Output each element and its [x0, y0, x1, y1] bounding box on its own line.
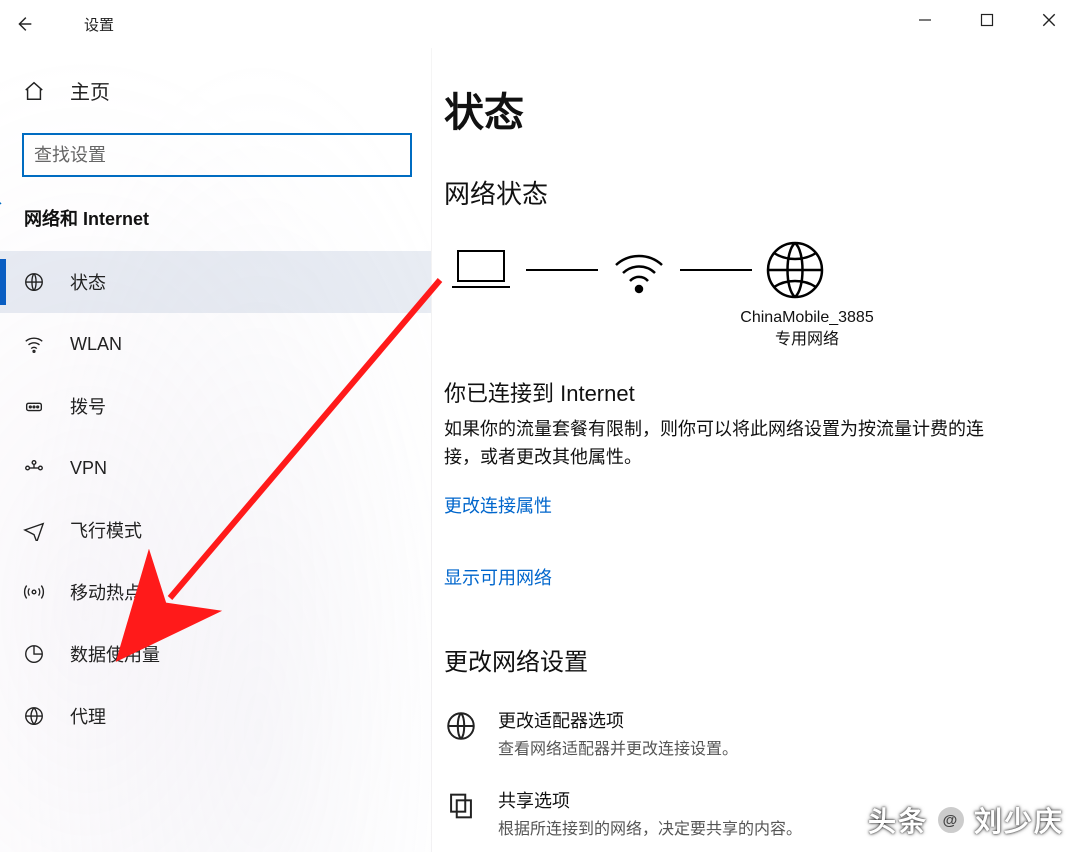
diagram-line	[680, 269, 752, 271]
sharing-icon	[444, 789, 478, 823]
sidebar-item-airplane[interactable]: 飞行模式	[0, 499, 431, 561]
sidebar-item-label: 拨号	[70, 393, 106, 419]
wifi-icon	[22, 332, 46, 356]
window-controls	[894, 0, 1080, 40]
setting-adapter-options[interactable]: 更改适配器选项 查看网络适配器并更改连接设置。	[444, 707, 1040, 759]
sidebar-item-label: WLAN	[70, 334, 122, 355]
network-diagram	[448, 239, 1040, 301]
internet-globe-icon	[764, 239, 826, 301]
data-usage-icon	[22, 642, 46, 666]
sidebar-item-proxy[interactable]: 代理	[0, 685, 431, 747]
sidebar-item-label: 数据使用量	[70, 641, 160, 667]
search-input[interactable]	[22, 133, 412, 177]
home-icon	[22, 79, 46, 103]
hotspot-icon	[22, 580, 46, 604]
watermark: 头条 @ 刘少庆	[868, 800, 1064, 840]
link-change-conn-props[interactable]: 更改连接属性	[444, 492, 552, 518]
maximize-icon	[980, 13, 994, 27]
setting-desc: 查看网络适配器并更改连接设置。	[498, 735, 738, 759]
setting-desc: 根据所连接到的网络，决定要共享的内容。	[498, 815, 802, 839]
arrow-left-icon	[13, 13, 35, 35]
content: 状态 网络状态 ChinaMobile_3885	[432, 48, 1080, 852]
watermark-author: 刘少庆	[974, 800, 1064, 840]
home-label: 主页	[70, 76, 110, 105]
airplane-icon	[22, 518, 46, 542]
sidebar-item-dialup[interactable]: 拨号	[0, 375, 431, 437]
sidebar-item-label: VPN	[70, 458, 107, 479]
sidebar-item-label: 代理	[70, 703, 106, 729]
wifi-large-icon	[610, 245, 668, 295]
close-button[interactable]	[1018, 0, 1080, 40]
sidebar-item-label: 移动热点	[70, 579, 142, 605]
close-icon	[1041, 12, 1057, 28]
connection-name: ChinaMobile_3885	[574, 307, 1040, 329]
diagram-line	[526, 269, 598, 271]
sidebar-item-vpn[interactable]: VPN	[0, 437, 431, 499]
window-title: 设置	[84, 14, 114, 35]
connected-heading: 你已连接到 Internet	[444, 376, 1040, 408]
sidebar-item-status[interactable]: 状态	[0, 251, 431, 313]
minimize-button[interactable]	[894, 0, 956, 40]
sidebar-item-label: 状态	[70, 269, 106, 295]
avatar-icon: @	[936, 805, 966, 835]
sidebar-item-hotspot[interactable]: 移动热点	[0, 561, 431, 623]
laptop-icon	[448, 245, 514, 295]
proxy-icon	[22, 704, 46, 728]
setting-title: 更改适配器选项	[498, 707, 738, 733]
adapter-icon	[444, 709, 478, 743]
status-heading: 网络状态	[444, 174, 1040, 211]
dialup-icon	[22, 394, 46, 418]
watermark-prefix: 头条	[868, 800, 928, 840]
back-button[interactable]	[0, 0, 48, 48]
sidebar-home[interactable]: 主页	[0, 72, 431, 109]
vpn-icon	[22, 456, 46, 480]
sidebar-item-data-usage[interactable]: 数据使用量	[0, 623, 431, 685]
maximize-button[interactable]	[956, 0, 1018, 40]
sidebar-item-wlan[interactable]: WLAN	[0, 313, 431, 375]
setting-title: 共享选项	[498, 787, 802, 813]
connected-body: 如果你的流量套餐有限制，则你可以将此网络设置为按流量计费的连接，或者更改其他属性…	[444, 416, 1004, 472]
sidebar: 主页 网络和 Internet 状态	[0, 48, 432, 852]
minimize-icon	[918, 13, 932, 27]
link-show-networks[interactable]: 显示可用网络	[444, 564, 552, 590]
connection-type: 专用网络	[574, 329, 1040, 351]
connection-label-block: ChinaMobile_3885 专用网络	[574, 307, 1040, 352]
globe-icon	[22, 270, 46, 294]
change-settings-heading: 更改网络设置	[444, 642, 1040, 677]
titlebar: 设置	[0, 0, 1080, 48]
sidebar-item-label: 飞行模式	[70, 517, 142, 543]
page-title: 状态	[444, 80, 1040, 138]
sidebar-category-heading: 网络和 Internet	[0, 205, 431, 251]
search-wrap	[0, 133, 431, 205]
